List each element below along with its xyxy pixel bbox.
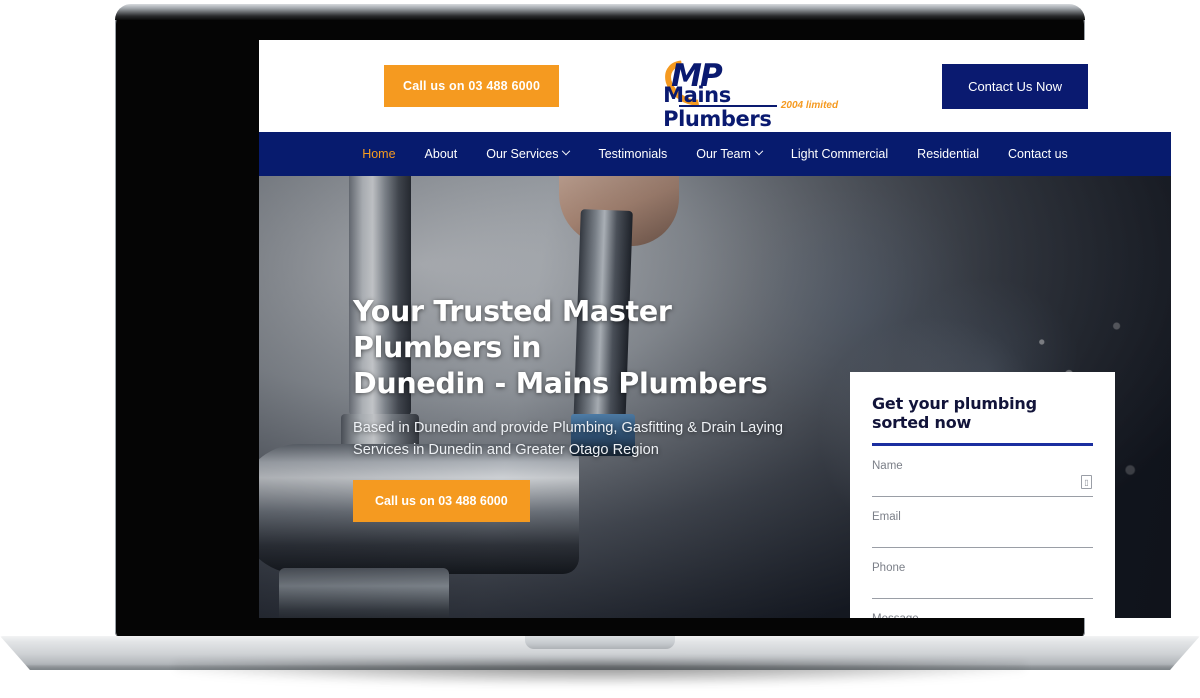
form-label-name: Name — [872, 460, 903, 472]
nav-item-residential[interactable]: Residential — [917, 147, 979, 161]
hero-subtitle: Based in Dunedin and provide Plumbing, G… — [353, 419, 783, 458]
nav-item-label: Our Services — [486, 147, 559, 161]
hero-title-line-2: Dunedin - Mains Plumbers — [353, 366, 768, 400]
email-input[interactable] — [872, 523, 1093, 548]
laptop-base-shadow — [175, 662, 1025, 684]
nav-item-contact-us[interactable]: Contact us — [1008, 147, 1068, 161]
nav-item-label: Residential — [917, 147, 980, 161]
nav-item-label: About — [424, 147, 458, 161]
site-logo[interactable]: MP Mains Plumbers 2004 limited — [656, 51, 839, 131]
chevron-down-icon — [562, 146, 571, 156]
form-field-message: Message — [872, 613, 1093, 618]
phone-input[interactable] — [872, 574, 1093, 599]
site-header: Call us on 03 488 6000 MP Mains Plumbers… — [259, 40, 1171, 132]
nav-item-label: Home — [362, 147, 396, 161]
header-call-button[interactable]: Call us on 03 488 6000 — [384, 65, 560, 107]
form-title: Get your plumbing sorted now — [872, 394, 1093, 446]
form-label-message: Message — [872, 613, 1093, 618]
lead-capture-form: Get your plumbing sorted now Name ▯ Emai… — [850, 372, 1115, 618]
hero-call-button[interactable]: Call us on 03 488 6000 — [353, 479, 530, 522]
form-label-phone: Phone — [872, 562, 906, 574]
nav-item-home[interactable]: Home — [362, 147, 395, 161]
nav-item-our-team[interactable]: Our Team — [696, 146, 764, 161]
contact-card-icon[interactable]: ▯ — [1081, 475, 1092, 489]
nav-item-label: Testimonials — [598, 147, 668, 161]
browser-viewport: Call us on 03 488 6000 MP Mains Plumbers… — [259, 40, 1171, 618]
chevron-down-icon — [754, 146, 764, 156]
name-input[interactable] — [872, 472, 1093, 497]
nav-item-label: Light Commercial — [790, 147, 889, 161]
hero-title: Your Trusted Master Plumbers in Dunedin … — [353, 294, 823, 402]
form-field-phone: Phone — [872, 562, 1093, 599]
nav-item-our-services[interactable]: Our Services — [486, 146, 571, 161]
nav-item-testimonials[interactable]: Testimonials — [598, 147, 667, 161]
hero-section: Your Trusted Master Plumbers in Dunedin … — [259, 176, 1171, 618]
hero-title-line-1: Your Trusted Master Plumbers in — [353, 295, 672, 364]
header-contact-button[interactable]: Contact Us Now — [942, 63, 1088, 109]
nav-item-about[interactable]: About — [425, 147, 458, 161]
form-label-email: Email — [872, 511, 901, 523]
main-navigation: Home About Our Services Testimonials Our… — [259, 132, 1171, 176]
laptop-lid: Call us on 03 488 6000 MP Mains Plumbers… — [115, 4, 1171, 638]
hero-copy: Your Trusted Master Plumbers in Dunedin … — [353, 294, 823, 522]
nav-item-label: Our Team — [696, 147, 751, 161]
form-field-email: Email — [872, 511, 1093, 548]
screenshot-stage: Call us on 03 488 6000 MP Mains Plumbers… — [0, 0, 1200, 698]
nav-item-label: Contact us — [1008, 147, 1068, 161]
logo-tagline: 2004 limited — [776, 100, 839, 111]
form-field-name: Name ▯ — [872, 460, 1093, 497]
nav-item-light-commercial[interactable]: Light Commercial — [791, 147, 888, 161]
